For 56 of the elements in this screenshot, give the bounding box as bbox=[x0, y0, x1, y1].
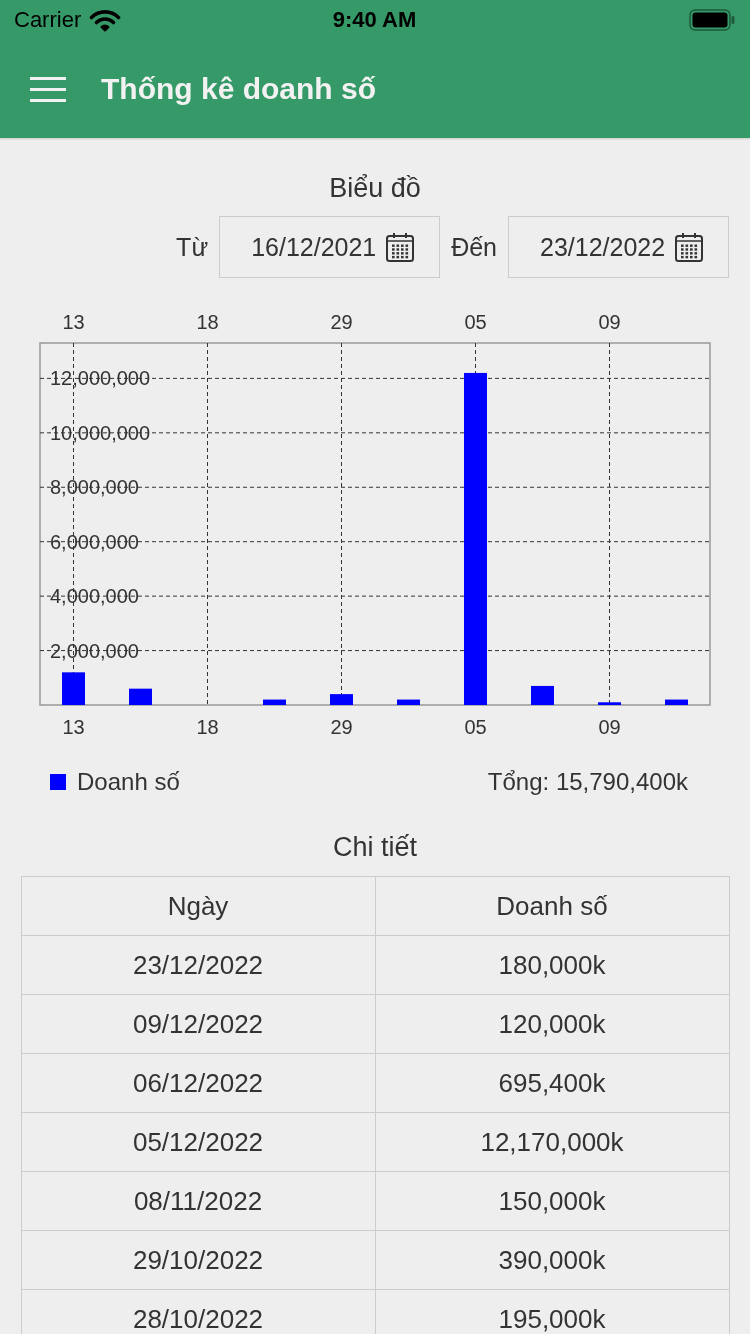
battery-icon bbox=[689, 9, 735, 31]
bar bbox=[665, 699, 688, 705]
wifi-icon bbox=[89, 8, 122, 32]
axis-label: 18 bbox=[196, 716, 219, 738]
table-cell: 05/12/2022 bbox=[21, 1112, 375, 1172]
menu-icon bbox=[30, 76, 66, 102]
axis-label: 05 bbox=[464, 311, 487, 333]
page-title: Thống kê doanh số bbox=[101, 71, 376, 107]
bar bbox=[129, 688, 152, 705]
column-header: Ngày bbox=[21, 876, 375, 936]
axis-label: 09 bbox=[598, 311, 621, 333]
axis-label: 09 bbox=[598, 716, 621, 738]
table-cell: 390,000k bbox=[375, 1230, 729, 1290]
table-cell: 695,400k bbox=[375, 1053, 729, 1113]
total-label: Tổng: 15,790,400k bbox=[487, 768, 688, 796]
axis-label: 13 bbox=[62, 311, 85, 333]
legend-label: Doanh số bbox=[77, 768, 180, 796]
table-cell: 23/12/2022 bbox=[21, 935, 375, 995]
menu-button[interactable] bbox=[30, 76, 66, 102]
section-title: Chi tiết bbox=[332, 831, 417, 863]
table-cell: 180,000k bbox=[375, 935, 729, 995]
table-cell: 28/10/2022 bbox=[21, 1289, 375, 1334]
calendar-icon bbox=[386, 232, 415, 262]
date-field[interactable]: 23/12/2022 bbox=[508, 216, 729, 278]
axis-label: 29 bbox=[330, 311, 353, 333]
status-time: 9:40 AM bbox=[332, 7, 417, 33]
bar bbox=[598, 702, 621, 705]
table-cell: 09/12/2022 bbox=[21, 994, 375, 1054]
bar bbox=[330, 694, 353, 705]
column-header: Doanh số bbox=[375, 876, 729, 936]
axis-label: 6,000,000 bbox=[50, 530, 139, 553]
bar bbox=[263, 699, 286, 705]
axis-label: 4,000,000 bbox=[50, 585, 139, 608]
axis-label: 18 bbox=[196, 311, 219, 333]
axis-label: 29 bbox=[330, 716, 353, 738]
carrier-label: Carrier bbox=[14, 7, 82, 33]
date-field[interactable]: 16/12/2021 bbox=[219, 216, 441, 278]
date-label: Từ bbox=[176, 232, 209, 262]
section-title: Biểu đồ bbox=[329, 172, 421, 204]
table-cell: 06/12/2022 bbox=[21, 1053, 375, 1113]
table-cell: 08/11/2022 bbox=[21, 1171, 375, 1231]
axis-label: 8,000,000 bbox=[50, 476, 139, 499]
axis-label: 05 bbox=[464, 716, 487, 738]
table-cell: 12,170,000k bbox=[375, 1112, 729, 1172]
date-label: Đến bbox=[451, 232, 497, 262]
axis-label: 2,000,000 bbox=[50, 639, 139, 662]
bar bbox=[397, 699, 420, 705]
axis-label: 12,000,000 bbox=[50, 367, 151, 390]
bar bbox=[531, 685, 554, 705]
axis-label: 13 bbox=[62, 716, 85, 738]
axis-label: 10,000,000 bbox=[50, 421, 151, 444]
table-cell: 29/10/2022 bbox=[21, 1230, 375, 1290]
calendar-icon bbox=[675, 232, 704, 262]
table-cell: 120,000k bbox=[375, 994, 729, 1054]
table-cell: 150,000k bbox=[375, 1171, 729, 1231]
bar bbox=[62, 672, 85, 705]
